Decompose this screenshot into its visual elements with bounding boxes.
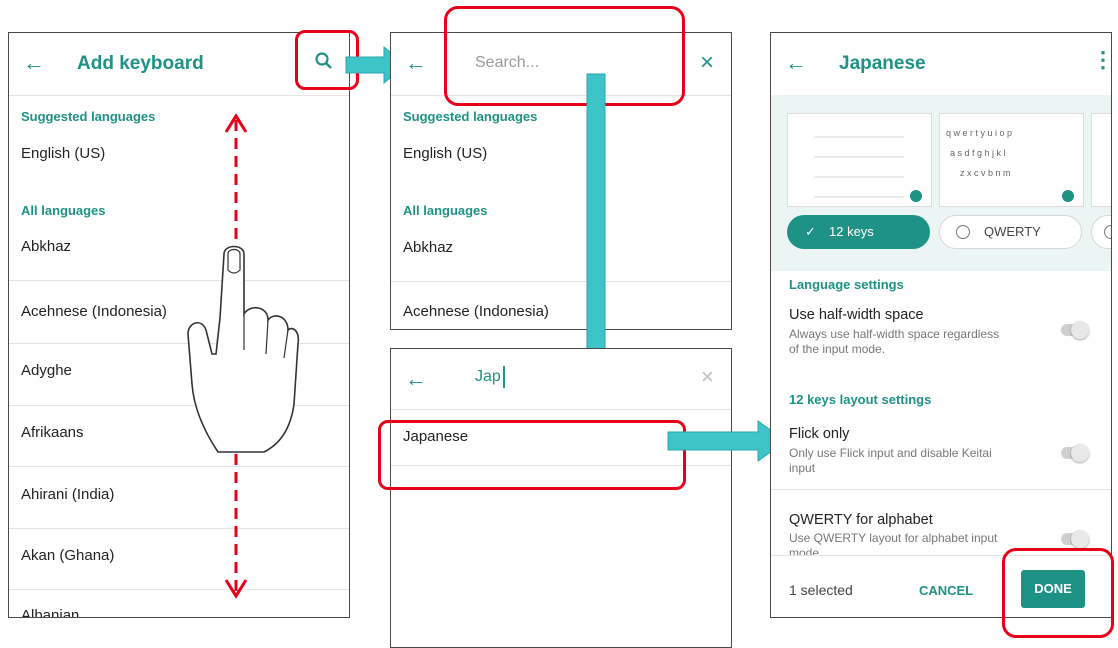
all-languages-header: All languages xyxy=(403,203,488,218)
language-item[interactable]: Acehnese (Indonesia) xyxy=(403,303,549,320)
selected-count: 1 selected xyxy=(789,582,853,598)
half-width-toggle[interactable] xyxy=(1061,321,1089,339)
flick-only-toggle[interactable] xyxy=(1061,444,1089,462)
done-highlight-box xyxy=(1002,548,1114,638)
back-arrow-icon[interactable]: ← xyxy=(405,367,427,391)
chip-label: QWERTY xyxy=(984,224,1041,239)
search-field-highlight-box xyxy=(444,6,685,106)
check-icon: ✓ xyxy=(805,224,816,239)
qwerty-alphabet-toggle[interactable] xyxy=(1061,530,1089,548)
layout-chip-qwerty[interactable]: QWERTY xyxy=(939,215,1082,249)
suggested-languages-header: Suggested languages xyxy=(21,109,156,124)
all-languages-header: All languages xyxy=(21,203,106,218)
result-highlight-box xyxy=(378,420,686,490)
language-settings-header: Language settings xyxy=(789,277,904,292)
chip-label: 12 keys xyxy=(829,224,874,239)
scroll-gesture-illustration xyxy=(187,113,300,599)
layout-chip-12-keys[interactable]: ✓ 12 keys xyxy=(787,215,930,249)
setting-title: Use half-width space xyxy=(789,307,924,323)
radio-icon xyxy=(1104,225,1111,239)
close-icon[interactable]: × xyxy=(701,364,714,390)
text-cursor xyxy=(503,366,505,388)
language-item[interactable]: English (US) xyxy=(403,145,487,162)
setting-description: Only use Flick input and disable Keitai … xyxy=(789,446,992,475)
language-item[interactable]: English (US) xyxy=(21,145,105,162)
back-arrow-icon[interactable]: ← xyxy=(785,51,807,75)
radio-icon xyxy=(956,225,970,239)
language-item[interactable]: Adyghe xyxy=(21,362,72,379)
setting-title: Flick only xyxy=(789,426,850,442)
svg-text:a s d f g h j k l: a s d f g h j k l xyxy=(950,148,1006,158)
keyboard-preview-area: q w e r t y u i o p a s d f g h j k l z … xyxy=(771,95,1111,271)
search-bar: ← Jap × xyxy=(391,349,731,410)
back-arrow-icon[interactable]: ← xyxy=(23,51,45,75)
more-options-icon[interactable]: ⋮ xyxy=(1092,47,1111,73)
setting-description: Use QWERTY layout for alphabet input mod… xyxy=(789,531,998,555)
suggested-languages-header: Suggested languages xyxy=(403,109,538,124)
flow-arrow xyxy=(571,73,621,381)
svg-text:q w e r t y u i o p: q w e r t y u i o p xyxy=(946,128,1012,138)
cancel-button[interactable]: CANCEL xyxy=(919,583,973,598)
language-item[interactable]: Abkhaz xyxy=(403,239,453,256)
language-item[interactable]: Ahirani (India) xyxy=(21,486,114,503)
back-arrow-icon[interactable]: ← xyxy=(405,51,427,75)
setting-title: QWERTY for alphabet xyxy=(789,512,933,528)
twelve-keys-settings-header: 12 keys layout settings xyxy=(789,392,932,407)
search-results-panel: ← Jap × Japanese xyxy=(390,348,732,648)
language-item[interactable]: Albanian xyxy=(21,607,79,617)
language-item[interactable]: Acehnese (Indonesia) xyxy=(21,303,167,320)
keyboard-preview-qwerty[interactable]: q w e r t y u i o p a s d f g h j k l z … xyxy=(939,113,1084,207)
keyboard-preview-12-keys[interactable] xyxy=(787,113,932,207)
page-title: Japanese xyxy=(839,53,926,74)
page-title: Add keyboard xyxy=(77,53,204,74)
search-input[interactable]: Jap xyxy=(475,368,501,386)
keyboard-preview-next[interactable] xyxy=(1091,113,1111,207)
language-item[interactable]: Abkhaz xyxy=(21,238,71,255)
svg-text:z x c v b n m: z x c v b n m xyxy=(960,168,1011,178)
close-icon[interactable]: × xyxy=(700,49,714,77)
language-item[interactable]: Akan (Ghana) xyxy=(21,547,114,564)
japanese-settings-panel: ← Japanese ⋮ q w e r t y u i o p a s d f… xyxy=(770,32,1112,618)
app-bar: ← Japanese ⋮ xyxy=(771,33,1111,95)
layout-chip-next[interactable] xyxy=(1091,215,1111,249)
setting-description: Always use half-width space regardless o… xyxy=(789,327,1000,356)
language-item[interactable]: Afrikaans xyxy=(21,424,84,441)
